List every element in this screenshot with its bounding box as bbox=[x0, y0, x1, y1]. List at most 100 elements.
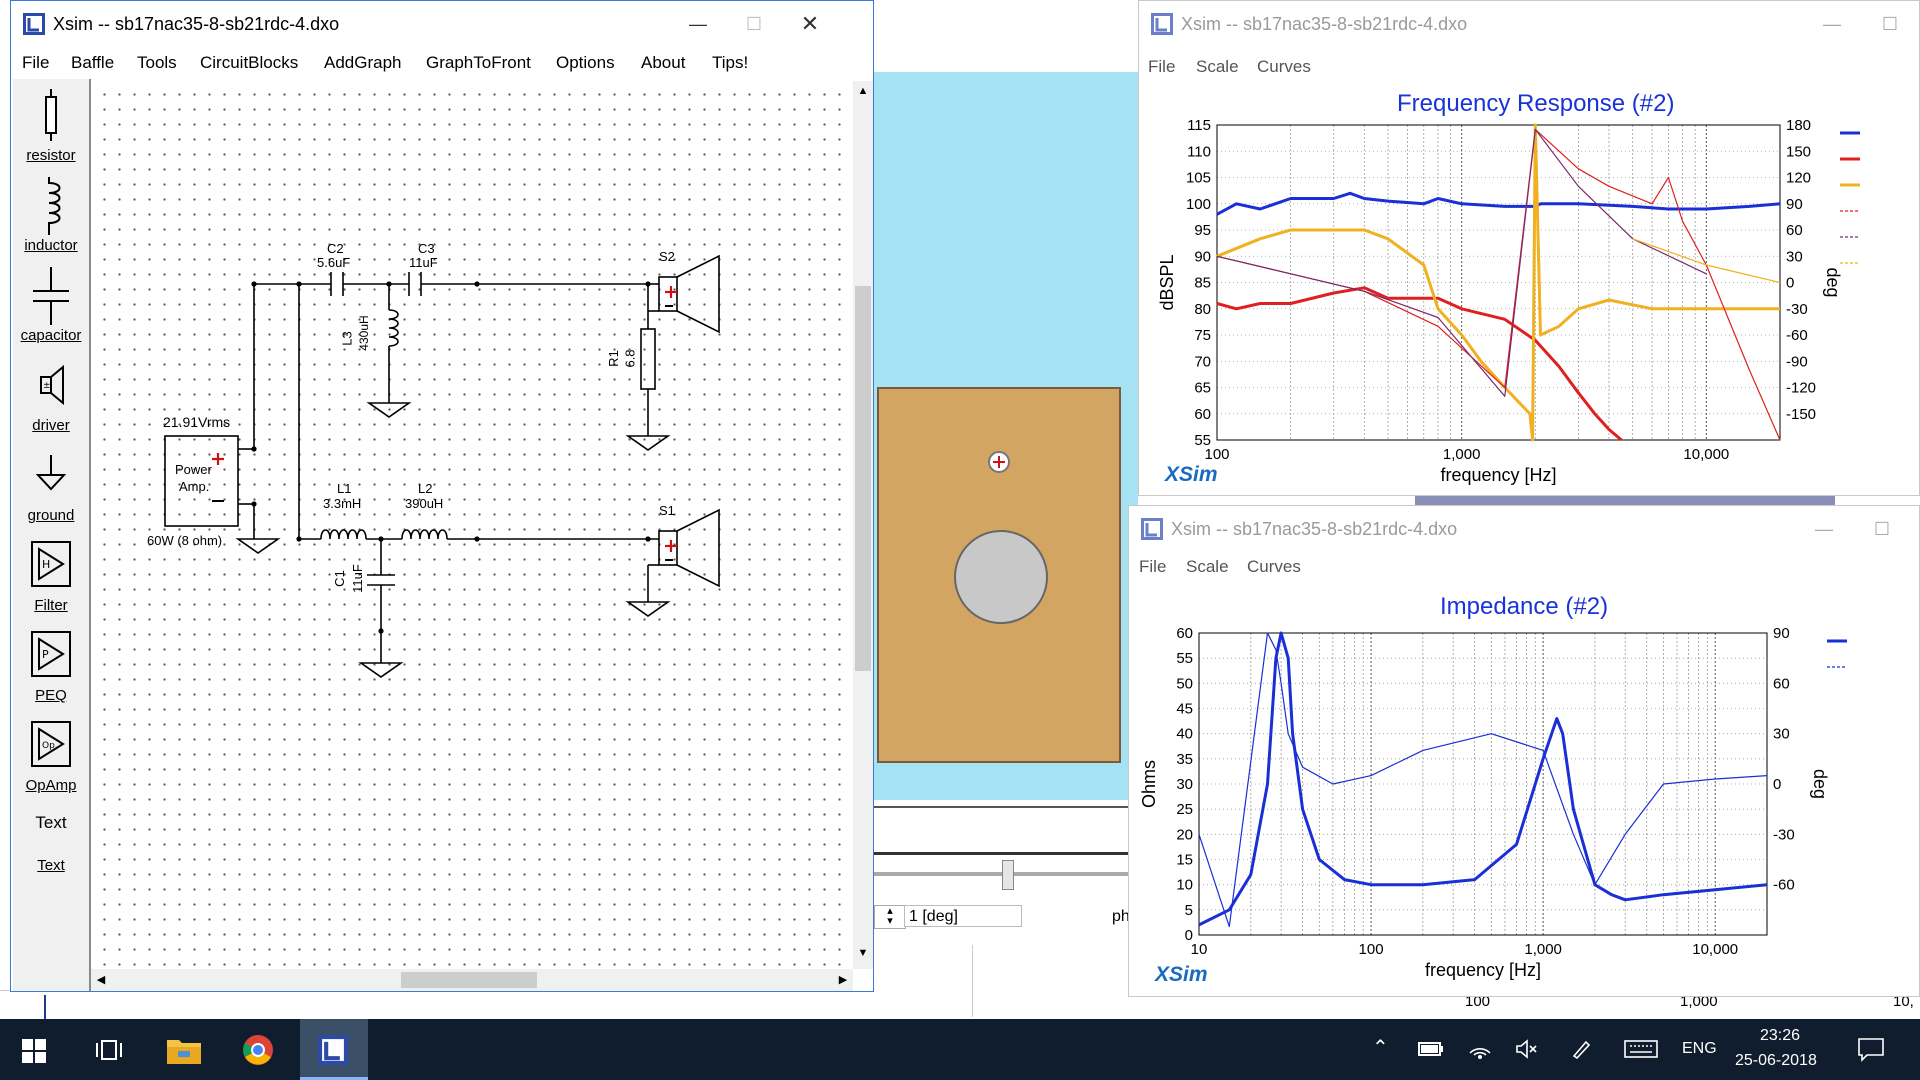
menu-baffle[interactable]: Baffle bbox=[71, 53, 114, 73]
menu-about[interactable]: About bbox=[641, 53, 685, 73]
start-button[interactable] bbox=[0, 1019, 68, 1080]
angle-value: 1 [deg] bbox=[909, 908, 958, 925]
scroll-right-arrow[interactable]: ▶ bbox=[833, 969, 853, 991]
r1-value: 6.8 bbox=[622, 349, 638, 368]
menu-file[interactable]: File bbox=[22, 53, 49, 73]
y2-tick-label: 0 bbox=[1786, 275, 1794, 292]
tool-label: PEQ bbox=[35, 687, 67, 704]
maximize-button[interactable]: ☐ bbox=[731, 5, 777, 43]
angle-input[interactable]: 1 [deg] bbox=[904, 905, 1022, 927]
menu-curves[interactable]: Curves bbox=[1247, 557, 1301, 577]
maximize-button[interactable]: ☐ bbox=[1859, 510, 1905, 548]
y-tick-label: 15 bbox=[1176, 852, 1193, 869]
menu-tools[interactable]: Tools bbox=[137, 53, 177, 73]
imp-titlebar[interactable]: Xsim -- sb17nac35-8-sb21rdc-4.dxo — ☐ bbox=[1129, 506, 1919, 552]
y-axis-label: Ohms bbox=[1139, 760, 1159, 808]
close-button[interactable]: ✕ bbox=[787, 5, 833, 43]
minimize-button[interactable]: — bbox=[675, 5, 721, 43]
series-line-1 bbox=[1198, 632, 1768, 928]
y-tick-label: 100 bbox=[1186, 196, 1211, 213]
frequency-response-window[interactable]: Xsim -- sb17nac35-8-sb21rdc-4.dxo — ☐ Fi… bbox=[1138, 0, 1920, 496]
y-tick-label: 55 bbox=[1176, 650, 1193, 667]
menu-curves[interactable]: Curves bbox=[1257, 57, 1311, 77]
vertical-scrollbar[interactable]: ▲ ▼ bbox=[853, 81, 873, 969]
tool-peq[interactable]: P PEQ bbox=[13, 627, 89, 713]
tool-opamp[interactable]: Op OpAmp bbox=[13, 717, 89, 803]
keyboard-icon[interactable] bbox=[1624, 1040, 1658, 1058]
circuit-window[interactable]: Xsim -- sb17nac35-8-sb21rdc-4.dxo — ☐ ✕ … bbox=[10, 0, 874, 992]
angle-slider[interactable] bbox=[872, 860, 1128, 890]
horizontal-scrollbar[interactable]: ◀ ▶ bbox=[91, 969, 853, 991]
tool-resistor[interactable]: resistor bbox=[13, 87, 89, 173]
scroll-left-arrow[interactable]: ◀ bbox=[91, 969, 111, 991]
svg-text:H: H bbox=[42, 558, 50, 571]
x-tick-label: 10 bbox=[1191, 941, 1208, 958]
scroll-thumb-horizontal[interactable] bbox=[401, 972, 537, 988]
y-tick-label: 90 bbox=[1194, 248, 1211, 265]
tool-ground[interactable]: ground bbox=[13, 447, 89, 533]
tool-capacitor[interactable]: capacitor bbox=[13, 267, 89, 353]
window-title: Xsim -- sb17nac35-8-sb21rdc-4.dxo bbox=[1181, 14, 1468, 34]
freq-titlebar[interactable]: Xsim -- sb17nac35-8-sb21rdc-4.dxo — ☐ bbox=[1139, 1, 1919, 47]
chrome-button[interactable] bbox=[225, 1019, 293, 1080]
y2-tick-label: 60 bbox=[1773, 675, 1790, 692]
maximize-button[interactable]: ☐ bbox=[1867, 5, 1913, 43]
minimize-button[interactable]: — bbox=[1809, 5, 1855, 43]
menu-file[interactable]: File bbox=[1139, 557, 1166, 577]
xsim-app-icon bbox=[1141, 518, 1163, 540]
windows-logo-icon bbox=[22, 1039, 46, 1063]
tool-inductor[interactable]: inductor bbox=[13, 177, 89, 263]
window-title: Xsim -- sb17nac35-8-sb21rdc-4.dxo bbox=[53, 14, 340, 34]
task-view-button[interactable] bbox=[74, 1019, 142, 1080]
menu-scale[interactable]: Scale bbox=[1196, 57, 1239, 77]
l1-name: L1 bbox=[337, 481, 352, 496]
volume-muted-icon[interactable] bbox=[1515, 1039, 1539, 1059]
wifi-icon[interactable] bbox=[1468, 1039, 1492, 1059]
clock-date[interactable]: 25-06-2018 bbox=[1735, 1052, 1817, 1070]
frequency-response-chart[interactable]: 1151101051009590858075706560551801501209… bbox=[1139, 111, 1919, 491]
capacitor-icon bbox=[33, 267, 69, 325]
file-explorer-button[interactable] bbox=[150, 1019, 218, 1080]
impedance-window[interactable]: Xsim -- sb17nac35-8-sb21rdc-4.dxo — ☐ Fi… bbox=[1128, 505, 1920, 997]
menu-circuitblocks[interactable]: CircuitBlocks bbox=[200, 53, 298, 73]
scroll-thumb-vertical[interactable] bbox=[855, 286, 871, 671]
baffle-board[interactable] bbox=[877, 387, 1121, 763]
notification-icon[interactable] bbox=[1858, 1038, 1884, 1062]
y2-axis-label: deg bbox=[1823, 267, 1843, 297]
window-title: Xsim -- sb17nac35-8-sb21rdc-4.dxo bbox=[1171, 519, 1458, 539]
y-tick-label: 60 bbox=[1194, 406, 1211, 423]
show-hidden-icons[interactable]: ⌃ bbox=[1372, 1035, 1389, 1060]
scroll-up-arrow[interactable]: ▲ bbox=[853, 81, 873, 101]
tool-filter[interactable]: H Filter bbox=[13, 537, 89, 623]
menu-options[interactable]: Options bbox=[556, 53, 615, 73]
circuit-titlebar[interactable]: Xsim -- sb17nac35-8-sb21rdc-4.dxo — ☐ ✕ bbox=[11, 1, 873, 47]
tool-driver[interactable]: ± driver bbox=[13, 357, 89, 443]
woofer-circle[interactable] bbox=[954, 530, 1048, 624]
menu-scale[interactable]: Scale bbox=[1186, 557, 1229, 577]
menu-file[interactable]: File bbox=[1148, 57, 1175, 77]
scroll-down-arrow[interactable]: ▼ bbox=[853, 943, 873, 963]
clock-time[interactable]: 23:26 bbox=[1760, 1027, 1800, 1045]
minimize-button[interactable]: — bbox=[1801, 510, 1847, 548]
c3-name: C3 bbox=[418, 241, 435, 256]
slider-thumb[interactable] bbox=[1002, 860, 1014, 890]
tool-text[interactable]: Text Text bbox=[13, 809, 89, 895]
amp-power: 60W (8 ohm) bbox=[147, 533, 223, 548]
menu-addgraph[interactable]: AddGraph bbox=[324, 53, 402, 73]
angle-spinner[interactable]: ▴ ▾ bbox=[874, 905, 906, 929]
schematic-canvas[interactable]: C2 5.6uF C3 11uF L3 430uH R1 6.8 S2 S1 2… bbox=[91, 81, 853, 969]
menu-graphtofront[interactable]: GraphToFront bbox=[426, 53, 531, 73]
xsim-taskbar-button[interactable] bbox=[300, 1019, 368, 1080]
y2-tick-label: -120 bbox=[1786, 380, 1816, 397]
pen-icon[interactable] bbox=[1570, 1038, 1592, 1060]
language-indicator[interactable]: ENG bbox=[1682, 1040, 1717, 1058]
menu-tips[interactable]: Tips! bbox=[712, 53, 748, 73]
tool-label: ground bbox=[27, 507, 75, 524]
battery-icon[interactable] bbox=[1418, 1040, 1444, 1058]
tweeter-marker[interactable] bbox=[988, 451, 1010, 473]
y2-tick-label: 180 bbox=[1786, 117, 1811, 134]
s1-name: S1 bbox=[659, 503, 675, 518]
impedance-chart[interactable]: 6055504540353025201510509060300-30-6010 1… bbox=[1129, 616, 1919, 996]
taskbar: ⌃ ENG 23:26 25-06-2018 bbox=[0, 1019, 1920, 1080]
y2-tick-label: 90 bbox=[1786, 196, 1803, 213]
